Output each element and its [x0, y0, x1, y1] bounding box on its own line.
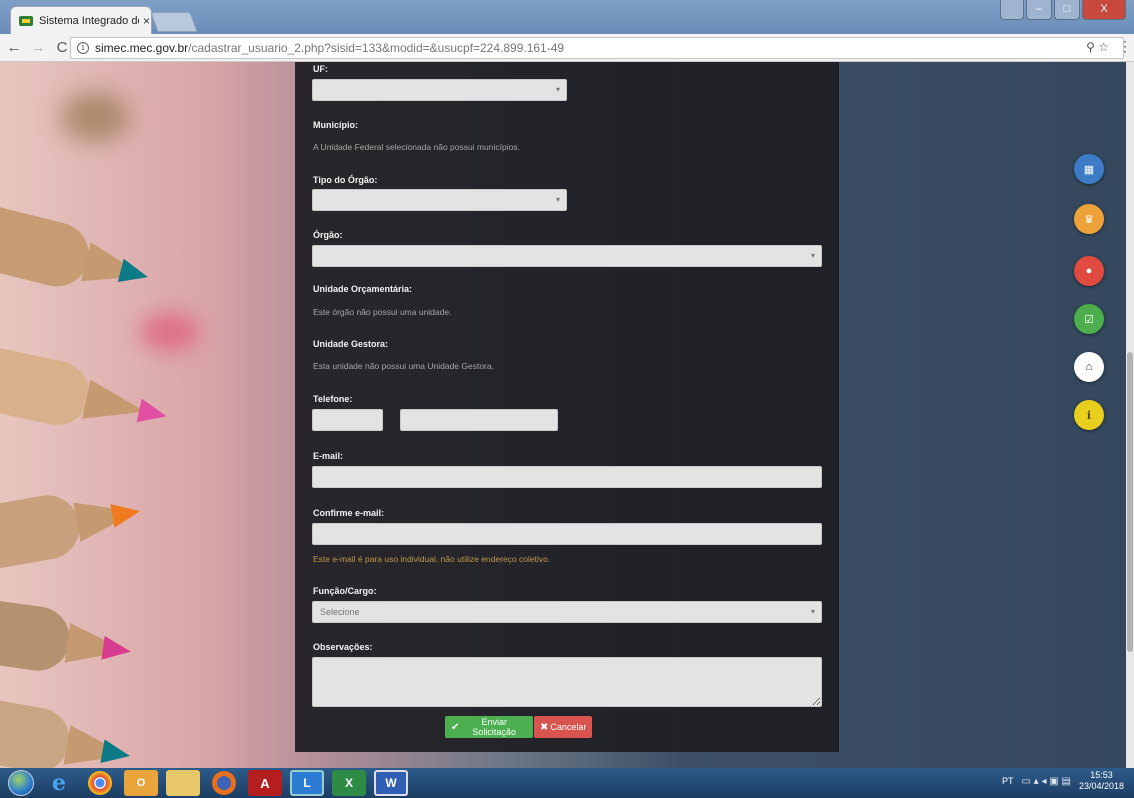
browser-menu-icon[interactable]: ⋮ — [1118, 38, 1132, 55]
uf-label: UF: — [313, 64, 328, 74]
site-info-icon[interactable]: i — [77, 42, 89, 54]
tab-close-icon[interactable]: × — [143, 14, 150, 28]
clock-time: 15:53 — [1090, 770, 1113, 780]
forward-arrow-icon[interactable]: → — [28, 39, 48, 56]
telefone-number-input[interactable] — [400, 409, 558, 431]
background-pencil — [0, 194, 151, 296]
back-arrow-icon[interactable]: ← — [4, 39, 24, 56]
window-controls: – □ X — [1000, 0, 1126, 20]
unidade-orcamentaria-label: Unidade Orçamentária: — [313, 284, 413, 294]
maximize-button[interactable]: □ — [1054, 0, 1080, 20]
municipio-note: A Unidade Federal selecionada não possui… — [313, 142, 520, 152]
chevron-down-icon: ▾ — [810, 251, 815, 260]
excel-icon[interactable]: X — [332, 770, 366, 796]
scrollbar-thumb[interactable] — [1127, 352, 1133, 652]
minimize-button[interactable]: – — [1026, 0, 1052, 20]
chevron-down-icon: ▾ — [555, 195, 560, 204]
check-icon: ✔ — [451, 721, 460, 733]
url-path: /cadastrar_usuario_2.php?sisid=133&modid… — [188, 41, 565, 55]
word-icon[interactable]: W — [374, 770, 408, 796]
orgao-select[interactable]: ▾ — [312, 245, 822, 267]
unidade-gestora-label: Unidade Gestora: — [313, 339, 389, 349]
close-icon: ✖ — [540, 721, 549, 733]
clock[interactable]: 15:53 23/04/2018 — [1079, 770, 1124, 792]
confirm-email-label: Confirme e-mail: — [313, 508, 385, 518]
file-explorer-icon[interactable] — [166, 770, 200, 796]
info-icon[interactable]: i — [1074, 400, 1104, 430]
language-indicator[interactable]: PT — [1002, 776, 1014, 786]
funcao-selected-value: Selecione — [320, 607, 360, 617]
favicon-icon — [19, 15, 33, 26]
browser-tab[interactable]: Sistema Integrado de Mo × — [10, 6, 152, 34]
registration-form: UF: ▾ Município: A Unidade Federal selec… — [295, 62, 839, 752]
browser-title-bar: Sistema Integrado de Mo × – □ X — [0, 0, 1134, 34]
background-pencil — [0, 691, 133, 768]
page-scrollbar[interactable] — [1126, 62, 1134, 768]
telefone-label: Telefone: — [313, 394, 353, 404]
email-warning: Este e-mail é para uso individual, não u… — [313, 554, 551, 564]
municipio-label: Município: — [313, 120, 358, 130]
background-pencil — [0, 337, 170, 432]
chrome-icon[interactable] — [88, 771, 112, 795]
outlook-icon[interactable]: O — [124, 770, 158, 796]
observacoes-label: Observações: — [313, 642, 373, 652]
chevron-down-icon: ▾ — [810, 607, 815, 616]
new-tab-button[interactable] — [150, 12, 198, 32]
address-bar[interactable]: i simec.mec.gov.br/cadastrar_usuario_2.p… — [70, 37, 1124, 59]
chevron-down-icon: ▾ — [555, 85, 560, 94]
trophy-icon[interactable]: ♛ — [1074, 204, 1104, 234]
bank-icon[interactable]: ⌂ — [1074, 352, 1104, 382]
funcao-label: Função/Cargo: — [313, 586, 377, 596]
user-profile-icon[interactable] — [1000, 0, 1024, 20]
page-content: UF: ▾ Município: A Unidade Federal selec… — [0, 62, 1134, 768]
url-host: simec.mec.gov.br — [95, 41, 189, 55]
tray-icons[interactable]: ▭ ▴ ◂ ▣ ▤ — [1021, 776, 1071, 787]
funcao-select[interactable]: Selecione ▾ — [312, 601, 822, 623]
browser-toolbar: ← → C i simec.mec.gov.br/cadastrar_usuar… — [0, 34, 1134, 62]
unidade-orcamentaria-note: Este órgão não possui uma unidade. — [313, 307, 452, 317]
check-icon[interactable]: ☑ — [1074, 304, 1104, 334]
tab-title: Sistema Integrado de Mo — [39, 14, 139, 27]
tipo-orgao-label: Tipo do Órgão: — [313, 175, 378, 185]
windows-taskbar: e O A L X W PT ▭ ▴ ◂ ▣ ▤ 15:53 23/04/201… — [0, 768, 1134, 798]
background-blur — [60, 92, 130, 142]
internet-explorer-icon[interactable]: e — [42, 770, 76, 796]
reload-icon[interactable]: C — [52, 39, 72, 56]
background-pencil — [0, 490, 143, 578]
submit-label: Enviar Solicitação — [472, 717, 516, 737]
lync-icon[interactable]: L — [290, 770, 324, 796]
system-tray: PT ▭ ▴ ◂ ▣ ▤ 15:53 23/04/2018 — [1002, 770, 1124, 792]
clock-date: 23/04/2018 — [1078, 781, 1124, 791]
cancel-button[interactable]: ✖ Cancelar — [534, 716, 592, 738]
uf-select[interactable]: ▾ — [312, 79, 567, 101]
start-button[interactable] — [8, 770, 34, 796]
firefox-icon[interactable] — [212, 771, 236, 795]
zoom-bookmark-icons[interactable]: ⚲ ☆ — [1086, 40, 1109, 54]
tipo-orgao-select[interactable]: ▾ — [312, 189, 567, 211]
submit-request-button[interactable]: ✔ Enviar Solicitação — [445, 716, 533, 738]
telefone-ddd-input[interactable] — [312, 409, 383, 431]
unidade-gestora-note: Esta unidade não possui uma Unidade Gest… — [313, 361, 494, 371]
email-label: E-mail: — [313, 451, 344, 461]
background-blur — [140, 312, 200, 352]
cancel-label: Cancelar — [550, 722, 587, 732]
apps-icon[interactable]: ▦ — [1074, 154, 1104, 184]
orgao-label: Órgão: — [313, 230, 343, 240]
chat-icon[interactable]: ● — [1074, 256, 1104, 286]
observacoes-textarea[interactable] — [312, 657, 822, 707]
background-pencil — [0, 593, 133, 675]
email-input[interactable] — [312, 466, 822, 488]
close-window-button[interactable]: X — [1082, 0, 1126, 20]
acrobat-icon[interactable]: A — [248, 770, 282, 796]
confirm-email-input[interactable] — [312, 523, 822, 545]
